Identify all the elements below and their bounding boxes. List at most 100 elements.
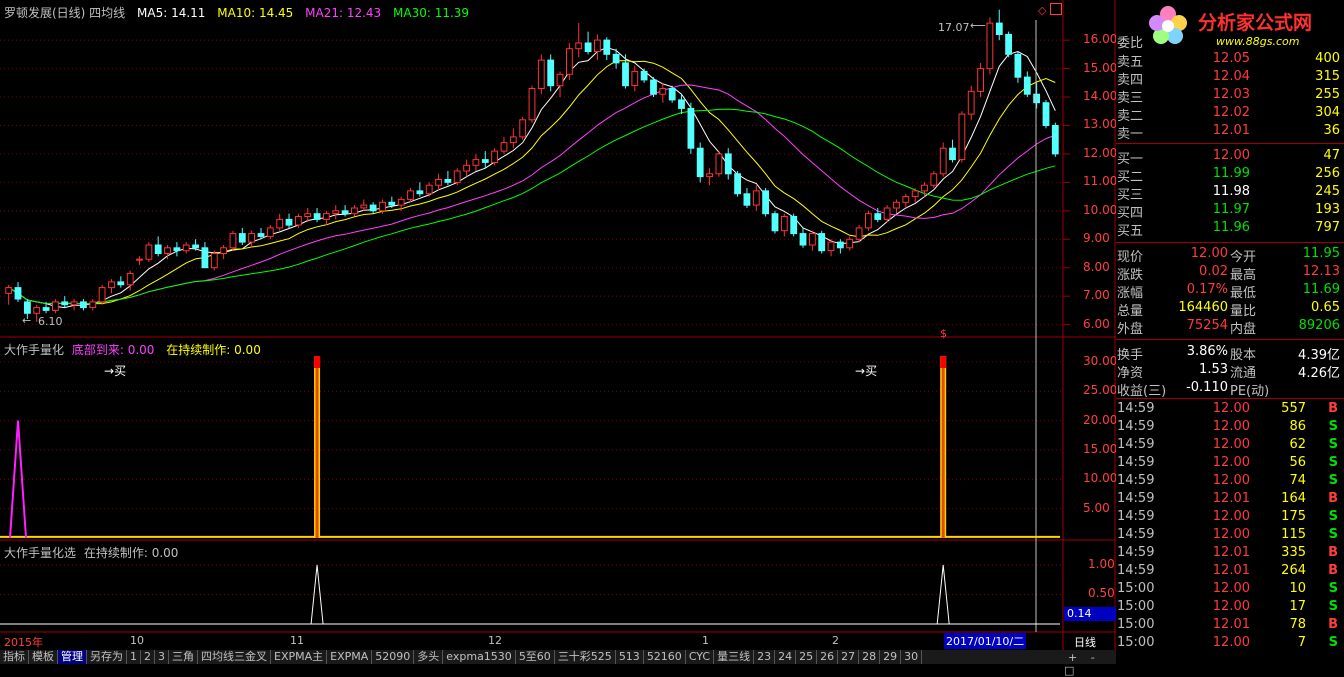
period-label[interactable]: 日线 (1074, 634, 1096, 650)
quote-row: 总量 164460 量比 0.65 (1116, 300, 1344, 319)
sub2-signal-spike (936, 564, 950, 625)
toolbar-item[interactable]: 2 (141, 650, 155, 664)
candle-down (799, 233, 807, 246)
candle-up (780, 216, 788, 232)
tick-volume: 264 (1281, 563, 1306, 578)
tick-time: 14:59 (1117, 401, 1155, 416)
tick-time: 15:00 (1117, 635, 1155, 650)
candle-down (734, 173, 742, 195)
ask-label: 卖四 (1117, 73, 1144, 88)
tick-row: 15:00 12.01 78 B (1116, 617, 1344, 635)
ask-volume: 315 (1315, 69, 1340, 84)
toolbar-item[interactable]: expma1530 (443, 650, 516, 664)
tick-time: 14:59 (1117, 419, 1155, 434)
toolbar-item[interactable]: 24 (775, 650, 797, 664)
toolbar-item[interactable]: 四均线三金叉 (198, 650, 271, 664)
toolbar-item[interactable]: 模板 (29, 650, 58, 664)
diamond-marker-icon: ◇ (1038, 4, 1047, 17)
tick-price: 12.00 (1212, 473, 1250, 488)
ask-label: 卖五 (1117, 55, 1144, 70)
toolbar-item[interactable]: 5至60 (516, 650, 555, 664)
fullscreen-button[interactable]: □ (1064, 664, 1074, 677)
candle-up (827, 241, 835, 252)
toolbar-item[interactable]: 管理 (58, 650, 87, 664)
candle-down (154, 244, 162, 254)
tick-volume: 17 (1289, 599, 1306, 614)
candle-up (210, 253, 218, 269)
toolbar-item[interactable]: CYC (686, 650, 715, 664)
buy-signal-1: →买 (104, 364, 127, 378)
toolbar-item[interactable]: 3 (155, 650, 169, 664)
bid-row-4[interactable]: 买四 11.97 193 (1116, 202, 1344, 221)
quote-row: 涨幅 0.17% 最低 11.69 (1116, 282, 1344, 301)
bid-row-1[interactable]: 买一 12.00 47 (1116, 148, 1344, 167)
toolbar-item[interactable]: 指标 (0, 650, 29, 664)
toolbar-item[interactable]: 29 (880, 650, 902, 664)
toolbar-item[interactable]: 另存为 (87, 650, 127, 664)
candle-up (248, 233, 255, 243)
logo-title: 分析家公式网 (1198, 12, 1313, 34)
candle-up (537, 59, 545, 89)
main-axis-tick: 12.00 (1083, 145, 1118, 160)
low-price-label: 6.10 (38, 315, 63, 328)
ask-volume: 304 (1315, 105, 1340, 120)
candle-up (659, 88, 667, 95)
toolbar-item[interactable]: 量三线 (714, 650, 755, 664)
toolbar-item[interactable]: EXPMA (327, 650, 373, 664)
ask-row-2[interactable]: 卖二 12.02 304 (1116, 105, 1344, 124)
tick-row: 14:59 12.01 164 B (1116, 491, 1344, 509)
quote-label: 现价 (1117, 250, 1144, 265)
bid-label: 买四 (1117, 206, 1144, 221)
maximize-icon[interactable] (1050, 3, 1062, 15)
bid-row-3[interactable]: 买三 11.98 245 (1116, 184, 1344, 203)
kline-chart[interactable] (0, 0, 1116, 664)
toolbar-item[interactable]: 26 (817, 650, 839, 664)
candle-down (388, 201, 396, 206)
tick-volume: 78 (1289, 617, 1306, 632)
quote-label-2: PE(动) (1230, 384, 1270, 399)
tick-volume: 164 (1281, 491, 1306, 506)
toolbar-item[interactable]: 27 (838, 650, 860, 664)
toolbar-item[interactable]: 52160 (644, 650, 686, 664)
candle-down (341, 210, 349, 215)
ask-row-1[interactable]: 卖一 12.01 36 (1116, 123, 1344, 142)
toolbar-item[interactable]: 513 (616, 650, 644, 664)
toolbar-item[interactable]: 28 (859, 650, 881, 664)
sub1-axis-tick: 5.00 (1083, 500, 1110, 515)
toolbar-item[interactable]: 30 (901, 650, 923, 664)
candle-down (640, 70, 648, 81)
quote-value: 164460 (1178, 300, 1228, 315)
candle-down (603, 39, 611, 55)
toolbar-item[interactable]: 25 (796, 650, 818, 664)
date-dec: 12 (488, 634, 502, 647)
candle-up (33, 307, 41, 314)
toolbar-item[interactable]: 多头 (414, 650, 444, 664)
quote-row: 换手 3.86% 股本 4.39亿 (1116, 344, 1344, 363)
toolbar-item[interactable]: 三角 (169, 650, 198, 664)
tick-row: 15:00 12.00 17 S (1116, 599, 1344, 617)
toolbar-item[interactable]: EXPMA主 (271, 650, 328, 664)
candle-up (379, 201, 386, 212)
tick-price: 12.00 (1212, 599, 1250, 614)
bid-label: 买三 (1117, 188, 1144, 203)
main-axis-tick: 6.00 (1083, 316, 1110, 331)
zoom-in-button[interactable]: + (1068, 651, 1077, 664)
toolbar-item[interactable]: 1 (127, 650, 141, 664)
tick-direction: S (1328, 527, 1338, 542)
quote-value-2: 12.13 (1302, 264, 1340, 279)
ask-row-5[interactable]: 卖五 12.05 400 (1116, 51, 1344, 70)
sub1-signal-cap (314, 356, 321, 368)
quote-label: 外盘 (1117, 322, 1144, 337)
main-axis-tick: 8.00 (1083, 259, 1110, 274)
candle-down (117, 281, 125, 286)
candle-up (566, 48, 573, 75)
zoom-out-button[interactable]: - (1091, 651, 1095, 664)
ask-row-4[interactable]: 卖四 12.04 315 (1116, 69, 1344, 88)
bid-row-2[interactable]: 买二 11.99 256 (1116, 166, 1344, 185)
bid-row-5[interactable]: 买五 11.96 797 (1116, 220, 1344, 239)
toolbar-item[interactable]: 23 (754, 650, 776, 664)
tick-volume: 86 (1289, 419, 1306, 434)
ask-row-3[interactable]: 卖三 12.03 255 (1116, 87, 1344, 106)
toolbar-item[interactable]: 52090 (372, 650, 415, 664)
toolbar-item[interactable]: 三十彩525 (555, 650, 616, 664)
